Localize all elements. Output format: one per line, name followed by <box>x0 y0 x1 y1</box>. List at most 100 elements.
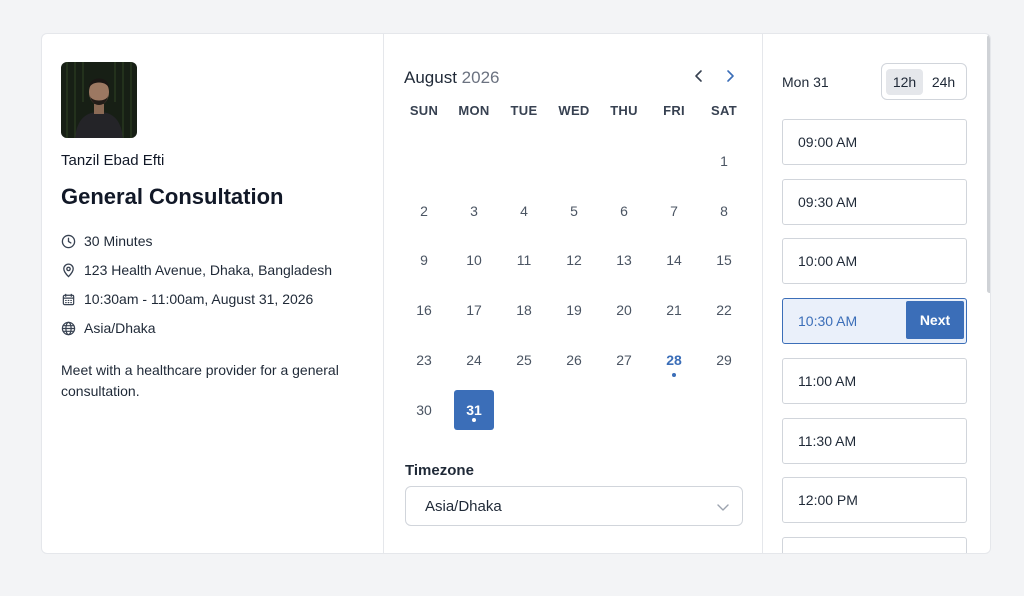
day-1: 1 <box>699 136 749 186</box>
duration-row: 30 Minutes <box>61 233 152 249</box>
chevron-right-icon <box>727 70 734 82</box>
availability-dot <box>472 417 476 422</box>
weekday-wed: WED <box>558 103 590 118</box>
scrollbar-thumb[interactable] <box>987 35 990 293</box>
day-28[interactable]: 28 <box>649 335 699 385</box>
day-number: 5 <box>570 202 578 219</box>
day-number: 14 <box>666 252 682 269</box>
day-number: 16 <box>416 302 432 319</box>
day-number: 20 <box>616 302 632 319</box>
day-16: 16 <box>399 285 449 335</box>
time-format-toggle: 12h 24h <box>881 63 967 100</box>
time-slot-label: 12:00 PM <box>798 492 858 509</box>
day-6: 6 <box>599 186 649 236</box>
time-slot-label: 09:00 AM <box>798 134 858 150</box>
event-description: Meet with a healthcare provider for a ge… <box>61 362 339 399</box>
timezone-label: Timezone <box>405 462 474 479</box>
day-26: 26 <box>549 335 599 385</box>
location-text: 123 Health Avenue, Dhaka, Bangladesh <box>84 262 333 278</box>
time-slot[interactable]: 12:30 PM <box>782 536 967 553</box>
weekday-fri: FRI <box>663 103 685 118</box>
time-slot[interactable]: 09:30 AM <box>782 178 967 225</box>
map-pin-icon <box>63 263 74 278</box>
datetime-text: 10:30am - 11:00am, August 31, 2026 <box>84 291 314 307</box>
day-30: 30 <box>399 385 449 435</box>
time-slot[interactable]: 11:00 AM <box>782 357 967 404</box>
day-14: 14 <box>649 236 699 286</box>
day-18: 18 <box>499 285 549 335</box>
day-number: 8 <box>720 202 728 219</box>
globe-icon <box>61 321 76 335</box>
timezone-select[interactable]: Asia/Dhaka <box>405 486 743 526</box>
host-avatar <box>61 62 137 138</box>
clock-icon <box>61 234 76 248</box>
weekday-mon: MON <box>458 103 490 118</box>
time-slot[interactable]: 09:00 AM <box>782 119 967 165</box>
day-number: 19 <box>566 302 582 319</box>
format-12h-button[interactable]: 12h <box>886 68 923 95</box>
day-21: 21 <box>649 285 699 335</box>
event-title: General Consultation <box>61 184 284 209</box>
day-number: 7 <box>670 202 678 219</box>
year-label: 2026 <box>461 68 500 87</box>
time-slot-label: 11:00 AM <box>798 372 857 389</box>
day-2: 2 <box>399 186 449 236</box>
time-slot-label: 10:00 AM <box>798 253 858 270</box>
day-20: 20 <box>599 285 649 335</box>
selected-date-heading: Mon 31 <box>782 74 829 90</box>
day-number: 29 <box>716 352 732 369</box>
day-number: 18 <box>516 302 532 319</box>
calendar-icon <box>62 293 75 305</box>
day-number: 1 <box>720 152 728 169</box>
day-10: 10 <box>449 236 499 286</box>
time-slot[interactable]: 12:00 PM <box>782 477 967 524</box>
day-empty <box>549 136 599 186</box>
next-button[interactable]: Next <box>906 301 964 340</box>
availability-dot <box>672 373 676 378</box>
day-25: 25 <box>499 335 549 385</box>
weekday-thu: THU <box>610 103 638 118</box>
day-9: 9 <box>399 236 449 286</box>
day-number: 3 <box>470 202 478 219</box>
day-5: 5 <box>549 186 599 236</box>
time-slot[interactable]: 10:00 AM <box>782 238 967 285</box>
booking-card: Tanzil Ebad Efti General Consultation 30… <box>41 33 991 554</box>
day-24: 24 <box>449 335 499 385</box>
weekday-sun: SUN <box>409 103 439 118</box>
time-slot-label: 12:30 PM <box>798 552 858 553</box>
day-empty <box>449 136 499 186</box>
time-slot[interactable]: 11:30 AM <box>782 417 967 464</box>
day-number: 11 <box>516 252 532 269</box>
day-27: 27 <box>599 335 649 385</box>
day-11: 11 <box>499 236 549 286</box>
day-19: 19 <box>549 285 599 335</box>
day-13: 13 <box>599 236 649 286</box>
day-number: 4 <box>520 202 528 219</box>
time-slots-panel: Mon 31 12h 24h 09:00 AM 09:30 AM 10:00 AM 10… <box>763 34 990 553</box>
day-number: 26 <box>566 352 582 369</box>
weekday-header: SUN MON TUE WED THU FRI SAT <box>399 103 749 118</box>
day-31[interactable]: 31 <box>449 385 499 435</box>
day-29: 29 <box>699 335 749 385</box>
day-number: 30 <box>416 401 432 418</box>
weekday-tue: TUE <box>510 103 538 118</box>
month-year-label: August 2026 <box>404 68 500 88</box>
day-number: 22 <box>716 302 732 319</box>
slots-scrollbar[interactable] <box>987 34 990 553</box>
day-4: 4 <box>499 186 549 236</box>
duration-text: 30 Minutes <box>84 233 153 249</box>
day-empty <box>499 136 549 186</box>
month-label: August <box>404 68 457 87</box>
day-number: 28 <box>666 352 682 369</box>
location-row: 123 Health Avenue, Dhaka, Bangladesh <box>61 262 332 278</box>
day-empty <box>649 136 699 186</box>
format-24h-button[interactable]: 24h <box>925 69 962 95</box>
time-slot-label: 10:30 AM <box>798 313 858 330</box>
day-3: 3 <box>449 186 499 236</box>
timezone-row: Asia/Dhaka <box>61 320 156 336</box>
host-name: Tanzil Ebad Efti <box>61 152 165 169</box>
weekday-sat: SAT <box>711 103 737 118</box>
prev-month-button[interactable] <box>689 66 709 86</box>
time-slot-selected[interactable]: 10:30 AM Next <box>782 298 967 345</box>
next-month-button[interactable] <box>720 66 740 86</box>
